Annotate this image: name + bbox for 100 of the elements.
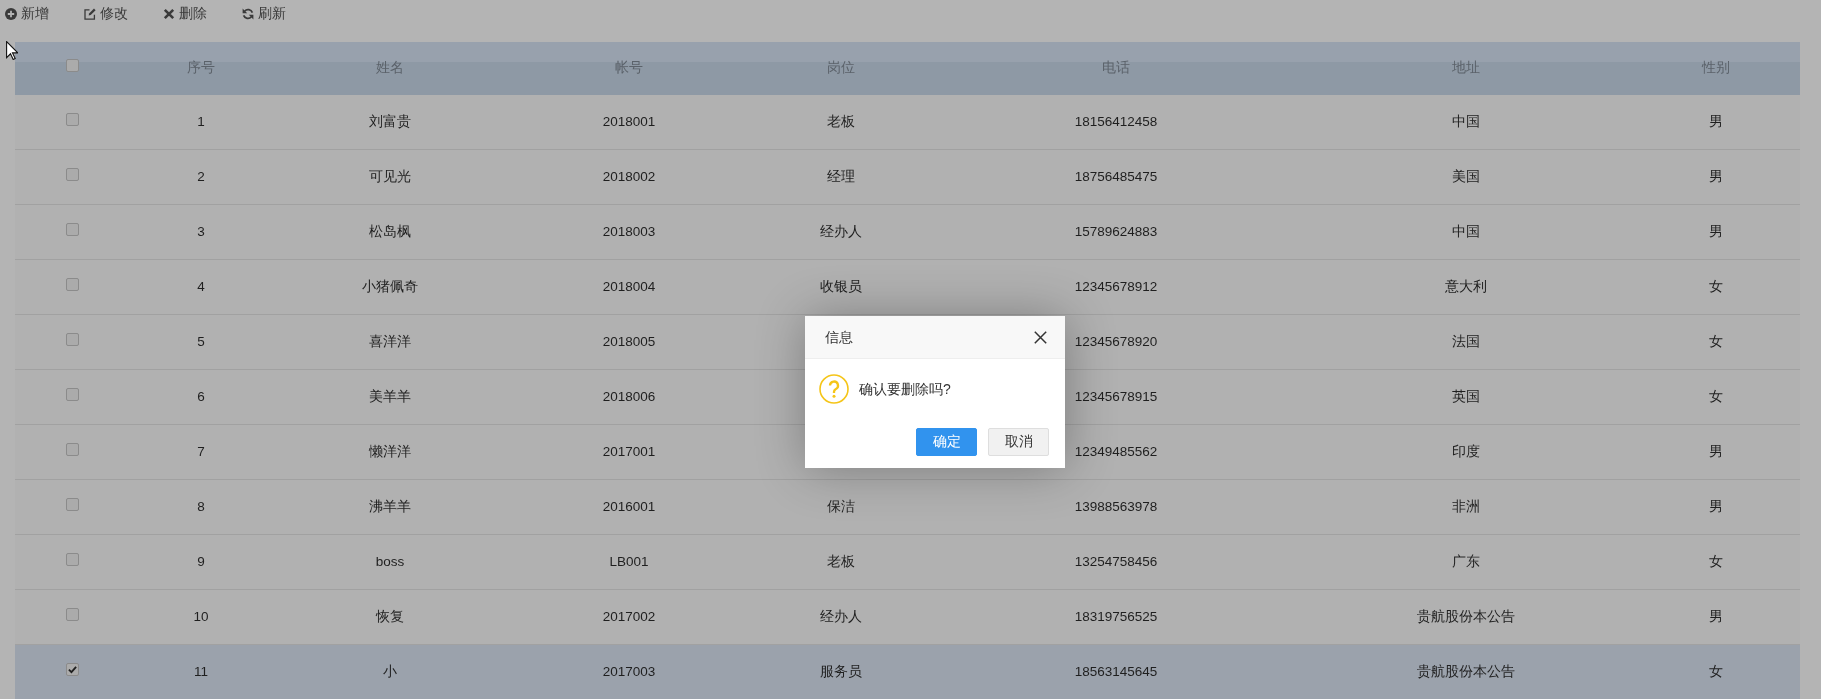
toolbar-button[interactable]: 修改 [84, 5, 128, 23]
table-cell-text: 经办人 [820, 222, 862, 241]
table-cell-text: 8 [197, 497, 205, 516]
cross-icon [163, 8, 175, 20]
table-cell-text: 男 [1708, 112, 1723, 131]
column-header: 序号 [187, 59, 215, 78]
table-cell-text: 2 [197, 167, 205, 186]
table-cell-text: 13988563978 [1074, 497, 1158, 516]
table-cell-text: 女 [1708, 277, 1723, 296]
toolbar-button[interactable]: 删除 [163, 5, 207, 23]
table-cell-text: 贵航股份本公告 [1417, 607, 1515, 626]
column-header: 帐号 [615, 59, 643, 78]
table-cell-text: 7 [197, 442, 205, 461]
table-cell-text: 18756485475 [1074, 167, 1158, 186]
table-cell-text: 男 [1708, 497, 1723, 516]
table-cell-text: 女 [1708, 662, 1723, 681]
table-cell-text: 广东 [1452, 552, 1480, 571]
table-cell-text: 松岛枫 [369, 222, 411, 241]
checkbox[interactable] [65, 112, 79, 126]
table-cell-text: 老板 [827, 552, 855, 571]
toolbar-button[interactable]: 刷新 [242, 5, 286, 23]
checkbox[interactable] [65, 167, 79, 181]
table-cell-text: 男 [1708, 442, 1723, 461]
column-header: 姓名 [376, 59, 404, 78]
checkbox[interactable] [65, 497, 79, 511]
table-cell-text: 经办人 [820, 607, 862, 626]
checkbox[interactable] [65, 552, 79, 566]
table-cell-text: 6 [197, 387, 205, 406]
dialog-message: 确认要删除吗? [859, 379, 951, 399]
table-cell-text: 2018001 [602, 112, 656, 131]
table-cell-text: 女 [1708, 332, 1723, 351]
table-cell-text: 男 [1708, 607, 1723, 626]
table-cell-text: 中国 [1452, 112, 1480, 131]
column-header: 地址 [1452, 59, 1480, 78]
table-cell-text: 女 [1708, 387, 1723, 406]
table-cell-text: 4 [197, 277, 205, 296]
table-cell-text: 3 [197, 222, 205, 241]
table-cell-text: 2018004 [602, 277, 656, 296]
table-cell-text: 女 [1708, 552, 1723, 571]
table-cell-text: 小猪佩奇 [362, 277, 418, 296]
table-cell-text: 美羊羊 [369, 387, 411, 406]
table-cell-text: 经理 [827, 167, 855, 186]
checkbox[interactable] [65, 332, 79, 346]
cancel-button[interactable]: 取消 [988, 428, 1049, 456]
table-cell-text: 11 [194, 662, 208, 681]
checkbox[interactable] [65, 662, 79, 676]
table-cell-text: 非洲 [1452, 497, 1480, 516]
table-cell-text: 5 [197, 332, 205, 351]
table-cell-text: 服务员 [820, 662, 862, 681]
table-cell-text: 2018002 [602, 167, 656, 186]
table-cell-text: 意大利 [1445, 277, 1487, 296]
checkbox[interactable] [65, 59, 79, 72]
table-cell-text: 英国 [1452, 387, 1480, 406]
table-cell-text: 12345678915 [1074, 387, 1158, 406]
table-cell-text: 18156412458 [1074, 112, 1158, 131]
table-cell-text: 15789624883 [1074, 222, 1158, 241]
column-header: 电话 [1102, 59, 1130, 78]
checkbox[interactable] [65, 607, 79, 621]
table-cell-text: LB001 [609, 552, 649, 571]
table-cell-text: 18319756525 [1074, 607, 1158, 626]
close-button[interactable] [1034, 330, 1047, 344]
mouse-pointer-icon [6, 41, 18, 60]
table-cell-text: 中国 [1452, 222, 1480, 241]
checkbox[interactable] [65, 387, 79, 401]
table-cell-text: 法国 [1452, 332, 1480, 351]
table-cell-text: 沸羊羊 [369, 497, 411, 516]
question-icon [819, 374, 849, 404]
table-cell-text: 2018003 [602, 222, 656, 241]
checkbox[interactable] [65, 277, 79, 291]
table-cell-text: 恢复 [376, 607, 404, 626]
checkbox[interactable] [65, 222, 79, 236]
table-cell-text: 13254758456 [1074, 552, 1158, 571]
checkbox[interactable] [65, 442, 79, 456]
table-cell-text: 保洁 [827, 497, 855, 516]
toolbar-button[interactable]: 新增 [5, 5, 49, 23]
table-row[interactable]: 11 小 2017003 服务员 18563145645 贵航股份本公告 女 [15, 645, 1800, 699]
table-cell-text: boss [375, 552, 405, 571]
checkmark-icon [67, 664, 77, 674]
table-cell-text: 2018006 [602, 387, 656, 406]
table-cell-text: 美国 [1452, 167, 1480, 186]
table-cell-text: 懒洋洋 [369, 442, 411, 461]
table-cell-text: 2017001 [602, 442, 656, 461]
table-cell-text: 刘富贵 [369, 112, 411, 131]
close-icon [1034, 330, 1047, 344]
table-cell-text: 收银员 [820, 277, 862, 296]
table-cell-text: 可见光 [369, 167, 411, 186]
table-cell-text: 2016001 [602, 497, 656, 516]
refresh-icon [242, 8, 254, 20]
table-cell-text: 9 [197, 552, 205, 571]
table-cell-text: 2017002 [602, 607, 656, 626]
table-cell-text: 10 [193, 607, 209, 626]
table-cell-text: 12349485562 [1074, 442, 1158, 461]
table-cell-text: 2018005 [602, 332, 656, 351]
dialog-title: 信息 [825, 327, 853, 347]
table-cell-text: 喜洋洋 [369, 332, 411, 351]
table-cell-text: 2017003 [602, 662, 656, 681]
table-cell-text: 18563145645 [1074, 662, 1158, 681]
table-cell-text: 印度 [1452, 442, 1480, 461]
table-cell-text: 贵航股份本公告 [1417, 662, 1515, 681]
table-cell-text: 12345678920 [1074, 332, 1158, 351]
